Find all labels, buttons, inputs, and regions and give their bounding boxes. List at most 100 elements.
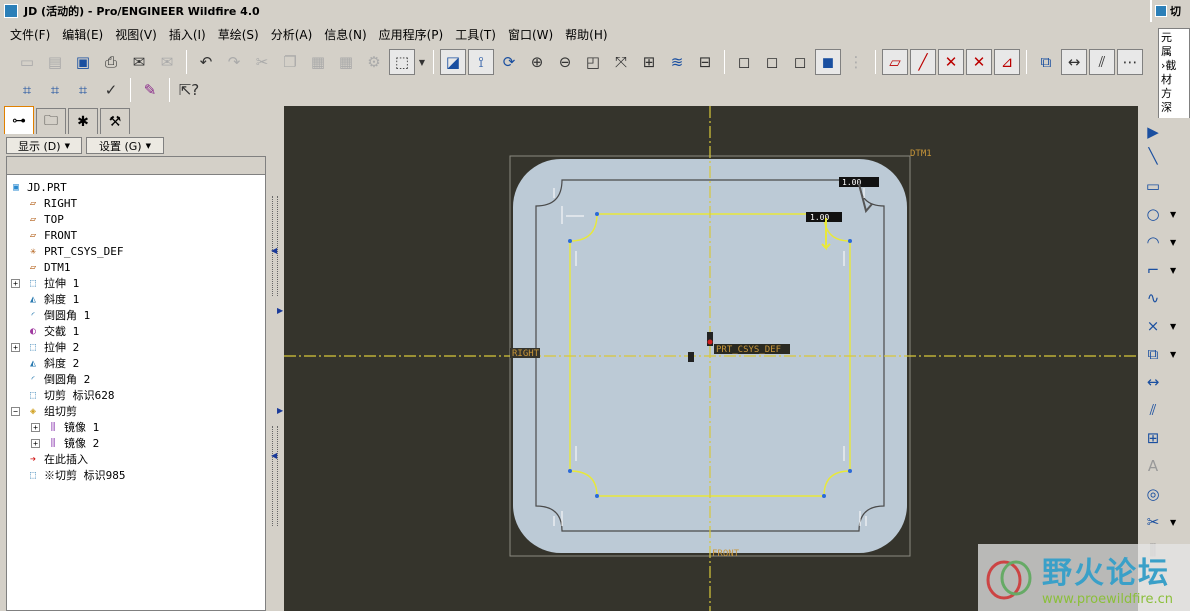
settings-dropdown[interactable]: 设置 (G) ▼	[86, 137, 164, 154]
chevron-down-icon[interactable]: ▼	[1170, 238, 1176, 247]
collapse-icon[interactable]: −	[11, 406, 20, 416]
zoom-out-icon[interactable]: ⊖	[552, 49, 578, 75]
paste-special-icon[interactable]: ▦	[333, 49, 359, 75]
text-icon[interactable]: A	[1140, 454, 1166, 478]
panel-splitter[interactable]: ◀ ▶ ▶ ◀	[268, 106, 284, 611]
annotations-toggle-icon[interactable]: ⊿	[994, 49, 1020, 75]
menu-info[interactable]: 信息(N)	[318, 26, 372, 43]
new-file-icon[interactable]: ▭	[14, 49, 40, 75]
list-item[interactable]: 深	[1159, 99, 1189, 113]
list-item[interactable]: ›截	[1159, 57, 1189, 71]
reorient-icon[interactable]: ⤧	[608, 49, 634, 75]
expand-icon[interactable]: +	[31, 438, 40, 448]
collapse-left-icon[interactable]: ◀	[271, 246, 277, 255]
tree-item[interactable]: + ⬚ 拉伸 1	[11, 275, 79, 291]
datum-planes-toggle-icon[interactable]: ▱	[882, 49, 908, 75]
tree-item[interactable]: ▱ TOP	[26, 211, 64, 227]
mail-attach-icon[interactable]: ✉	[154, 49, 180, 75]
folder-browser-tab[interactable]: 🗀	[36, 108, 66, 134]
print-icon[interactable]: ⎙	[98, 49, 124, 75]
tree-item[interactable]: ▱ FRONT	[26, 227, 77, 243]
modify-icon[interactable]: ⫽	[1140, 398, 1166, 422]
send-mail-icon[interactable]: ✉	[126, 49, 152, 75]
regen-check-icon[interactable]: ✓	[98, 77, 124, 103]
switch-window-icon[interactable]: ⧉	[1033, 49, 1059, 75]
list-item[interactable]: 材	[1159, 71, 1189, 85]
chevron-down-icon[interactable]: ▼	[1170, 210, 1176, 219]
list-item[interactable]: 元	[1159, 29, 1189, 43]
model-tree-toggle-icon[interactable]: ⋮	[843, 49, 869, 75]
repaint-icon[interactable]: ⟳	[496, 49, 522, 75]
tree-item[interactable]: + ⫼ 镜像 2	[31, 435, 99, 451]
cut-icon[interactable]: ✂	[249, 49, 275, 75]
selection-dropdown-icon[interactable]: ▼	[417, 49, 427, 75]
menu-file[interactable]: 文件(F)	[4, 26, 56, 43]
tree-item[interactable]: − ◈ 组切剪	[11, 403, 77, 419]
sketch-view-icon[interactable]: ◪	[440, 49, 466, 75]
line-icon[interactable]: ╲	[1140, 144, 1166, 168]
expand-icon[interactable]: +	[11, 342, 20, 352]
refit-icon[interactable]: ◰	[580, 49, 606, 75]
tree-item[interactable]: ▣ JD.PRT	[9, 179, 67, 195]
show-constraints-icon[interactable]: ⫽	[1089, 49, 1115, 75]
menu-sketch[interactable]: 草绘(S)	[212, 26, 265, 43]
point-icon[interactable]: × ▼	[1140, 314, 1176, 338]
chevron-down-icon[interactable]: ▼	[1170, 350, 1176, 359]
open-file-icon[interactable]: ▤	[42, 49, 68, 75]
tree-item[interactable]: ◜ 倒圆角 1	[26, 307, 90, 323]
view-manager-icon[interactable]: ⊟	[692, 49, 718, 75]
dimension-icon[interactable]: ↔	[1140, 370, 1166, 394]
use-edge-icon[interactable]: ⧉ ▼	[1140, 342, 1177, 366]
save-icon[interactable]: ▣	[70, 49, 96, 75]
menu-help[interactable]: 帮助(H)	[559, 26, 613, 43]
layers-icon[interactable]: ≋	[664, 49, 690, 75]
tree-item[interactable]: ◭ 斜度 2	[26, 355, 79, 371]
tree-item[interactable]: ▱ RIGHT	[26, 195, 77, 211]
chevron-down-icon[interactable]: ▼	[1170, 518, 1176, 527]
context-help-icon[interactable]: ⇱?	[176, 77, 202, 103]
edit-definition-icon[interactable]: ⌗	[14, 77, 40, 103]
tree-item[interactable]: ▱ DTM1	[26, 259, 71, 275]
list-item[interactable]: 属	[1159, 43, 1189, 57]
wireframe-icon[interactable]: ◻	[731, 49, 757, 75]
tree-item[interactable]: ◜ 倒圆角 2	[26, 371, 90, 387]
shading-icon[interactable]: ◼	[815, 49, 841, 75]
select-arrow-icon[interactable]: ▶	[1140, 120, 1166, 144]
paste-icon[interactable]: ▦	[305, 49, 331, 75]
datum-points-toggle-icon[interactable]: ✕	[938, 49, 964, 75]
regenerate-icon[interactable]: ⚙	[361, 49, 387, 75]
undo-icon[interactable]: ↶	[193, 49, 219, 75]
expand-right-icon[interactable]: ▶	[277, 406, 283, 415]
tree-item[interactable]: ➔ 在此插入	[26, 451, 88, 467]
zoom-in-icon[interactable]: ⊕	[524, 49, 550, 75]
tree-item[interactable]: ⬚ ※切剪 标识985	[26, 467, 126, 483]
select-surface-icon[interactable]: ⌗	[70, 77, 96, 103]
tree-item[interactable]: + ⫼ 镜像 1	[31, 419, 99, 435]
trim-icon[interactable]: ✂ ▼	[1140, 510, 1176, 534]
show-dropdown[interactable]: 显示 (D) ▼	[6, 137, 82, 154]
tree-item[interactable]: ◭ 斜度 1	[26, 291, 79, 307]
collapse-left-icon[interactable]: ◀	[271, 451, 277, 460]
tree-item[interactable]: ✳ PRT_CSYS_DEF	[26, 243, 124, 259]
graphics-window[interactable]: DTM1 RIGHT FRONT PRT_CSYS_DEF 1.00 1.00	[284, 106, 1138, 611]
datum-axes-toggle-icon[interactable]: ╱	[910, 49, 936, 75]
csys-toggle-icon[interactable]: ✕	[966, 49, 992, 75]
tree-item[interactable]: ⬚ 切剪 标识628	[26, 387, 115, 403]
selection-box-icon[interactable]: ⬚	[389, 49, 415, 75]
menu-window[interactable]: 窗口(W)	[502, 26, 559, 43]
menu-edit[interactable]: 编辑(E)	[56, 26, 109, 43]
menu-insert[interactable]: 插入(I)	[163, 26, 212, 43]
show-dimensions-icon[interactable]: ↔	[1061, 49, 1087, 75]
menu-applications[interactable]: 应用程序(P)	[373, 26, 450, 43]
menu-analysis[interactable]: 分析(A)	[265, 26, 319, 43]
expand-icon[interactable]: +	[11, 278, 20, 288]
connections-tab[interactable]: ⚒	[100, 108, 130, 134]
copy-icon[interactable]: ❐	[277, 49, 303, 75]
redo-icon[interactable]: ↷	[221, 49, 247, 75]
favorites-tab[interactable]: ✱	[68, 108, 98, 134]
expand-icon[interactable]: +	[31, 422, 40, 432]
model-view[interactable]: DTM1 RIGHT FRONT PRT_CSYS_DEF 1.00 1.00	[284, 106, 1138, 611]
tree-item[interactable]: ◐ 交截 1	[26, 323, 79, 339]
menu-view[interactable]: 视图(V)	[109, 26, 163, 43]
chevron-down-icon[interactable]: ▼	[1170, 322, 1176, 331]
